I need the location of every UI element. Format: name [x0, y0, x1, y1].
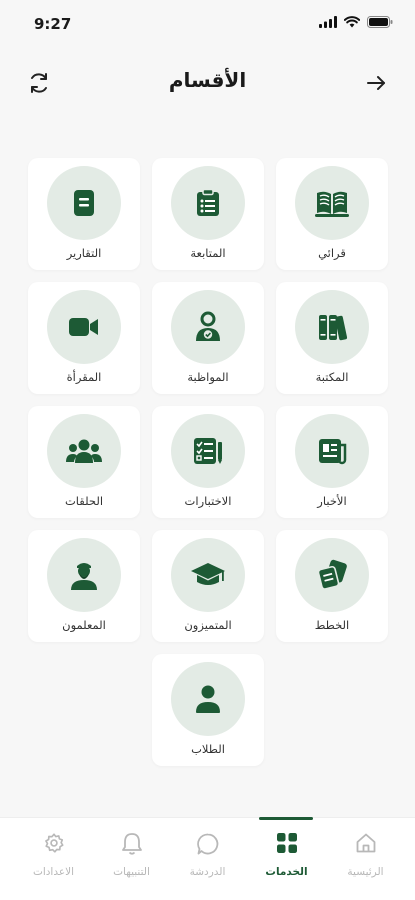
student-icon [196, 685, 220, 713]
card-label: الاختبارات [184, 494, 232, 508]
card-label: المتميزون [184, 618, 232, 632]
document-icon [74, 190, 94, 216]
card-exams[interactable]: الاختبارات [152, 406, 264, 518]
card-label: المعلمون [62, 618, 106, 632]
card-attendance[interactable]: المواظبة [152, 282, 264, 394]
header: الأقسام [0, 60, 415, 106]
card-label: المقرأة [66, 370, 102, 384]
card-label: المتابعة [190, 246, 226, 260]
nav-label: التنبيهات [113, 866, 150, 878]
nav-services[interactable]: الخدمات [245, 818, 328, 900]
nav-chat[interactable]: الدردشة [166, 818, 249, 900]
card-label: التقارير [66, 246, 102, 260]
card-label: المكتبة [315, 370, 349, 384]
plans-icon [317, 559, 347, 590]
nav-label: الدردشة [189, 866, 226, 878]
battery-icon [367, 16, 393, 28]
card-label: الحلقات [64, 494, 104, 508]
card-plans[interactable]: الخطط [276, 530, 388, 642]
card-library[interactable]: المكتبة [276, 282, 388, 394]
bottom-nav: الاعدادات التنبيهات الدردشة الخدمات الرئ… [0, 817, 415, 900]
wifi-icon [344, 16, 360, 28]
card-circles[interactable]: الحلقات [28, 406, 140, 518]
card-recitation-room[interactable]: المقرأة [28, 282, 140, 394]
card-news[interactable]: الأخبار [276, 406, 388, 518]
card-teachers[interactable]: المعلمون [28, 530, 140, 642]
chat-icon [196, 833, 218, 855]
page-title: الأقسام [168, 68, 247, 92]
graduation-cap-icon [191, 563, 225, 585]
card-label: المواظبة [187, 370, 229, 384]
card-label: الخطط [314, 618, 350, 632]
teacher-icon [71, 563, 97, 590]
group-icon [66, 439, 102, 463]
nav-label: الخدمات [265, 866, 308, 878]
nav-home[interactable]: الرئيسية [324, 818, 407, 900]
grid-icon [276, 833, 297, 853]
settings-icon [44, 833, 64, 853]
nav-label: الاعدادات [32, 866, 75, 878]
card-reports[interactable]: التقارير [28, 158, 140, 270]
user-check-icon [196, 311, 220, 341]
signal-icon [319, 16, 337, 28]
card-label: قرائي [318, 246, 346, 260]
checklist-icon [194, 438, 222, 464]
card-label: الطلاب [191, 742, 225, 756]
back-button[interactable] [359, 66, 393, 100]
nav-notifications[interactable]: التنبيهات [90, 818, 173, 900]
video-camera-icon [69, 318, 98, 336]
status-icons [319, 16, 393, 28]
nav-label: الرئيسية [347, 866, 384, 878]
newspaper-icon [319, 439, 347, 465]
open-book-icon [315, 191, 349, 217]
clipboard-icon [197, 188, 219, 216]
status-bar: 9:27 [0, 0, 415, 46]
books-icon [319, 315, 348, 341]
card-students[interactable]: الطلاب [152, 654, 264, 766]
sections-grid: التقارير المتابعة قرائي المقرأة المواظبة… [28, 158, 388, 766]
home-icon [356, 833, 375, 853]
card-my-reading[interactable]: قرائي [276, 158, 388, 270]
nav-settings[interactable]: الاعدادات [12, 818, 95, 900]
card-distinguished[interactable]: المتميزون [152, 530, 264, 642]
status-time: 9:27 [34, 15, 72, 33]
arrow-right-icon [367, 76, 385, 90]
card-label: الأخبار [317, 494, 347, 508]
card-followup[interactable]: المتابعة [152, 158, 264, 270]
bell-icon [121, 833, 142, 855]
